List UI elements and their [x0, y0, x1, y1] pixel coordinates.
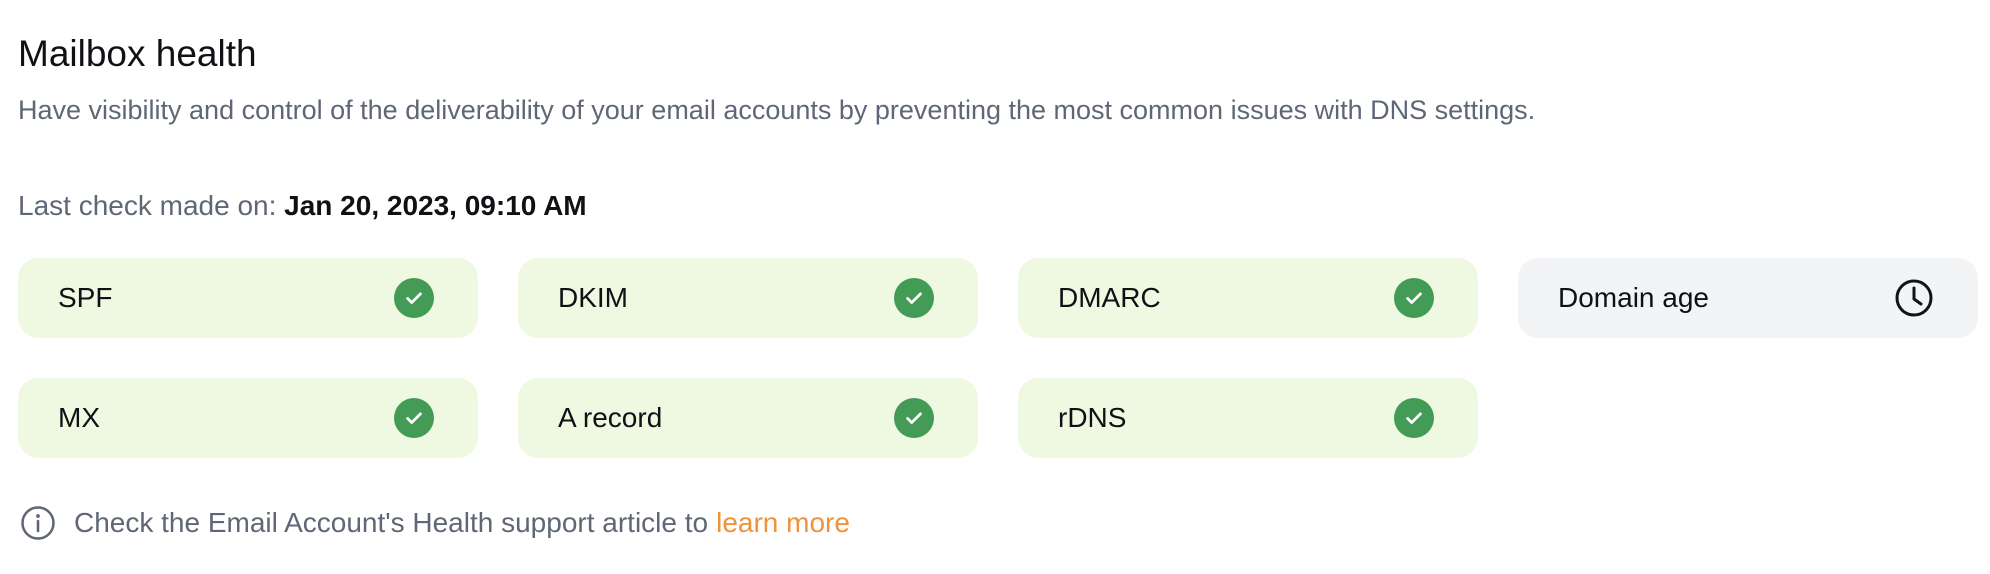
page-title: Mailbox health: [18, 33, 257, 74]
check-card-spf[interactable]: SPF: [18, 258, 478, 338]
check-card-dmarc[interactable]: DMARC: [1018, 258, 1478, 338]
check-circle-icon: [394, 398, 434, 438]
check-label: SPF: [58, 282, 113, 313]
check-label: rDNS: [1058, 402, 1127, 433]
last-check-line: Last check made on: Jan 20, 2023, 09:10 …: [18, 188, 587, 224]
last-check-label: Last check made on:: [18, 190, 277, 221]
support-note: Check the Email Account's Health support…: [20, 503, 850, 543]
info-icon: [20, 505, 56, 541]
check-circle-icon: [894, 278, 934, 318]
check-circle-icon: [894, 398, 934, 438]
support-note-text: Check the Email Account's Health support…: [74, 507, 709, 538]
check-label: A record: [558, 402, 663, 433]
check-label: DKIM: [558, 282, 628, 313]
check-card-domain-age[interactable]: Domain age: [1518, 258, 1978, 338]
check-circle-icon: [1394, 278, 1434, 318]
page-subtitle: Have visibility and control of the deliv…: [18, 95, 1536, 125]
check-label: Domain age: [1558, 282, 1709, 313]
check-card-rdns[interactable]: rDNS: [1018, 378, 1478, 458]
check-label: DMARC: [1058, 282, 1161, 313]
check-circle-icon: [394, 278, 434, 318]
learn-more-link[interactable]: learn more: [716, 507, 850, 539]
check-label: MX: [58, 402, 100, 433]
check-card-a-record[interactable]: A record: [518, 378, 978, 458]
last-check-date: Jan 20, 2023, 09:10 AM: [284, 190, 587, 221]
check-circle-icon: [1394, 398, 1434, 438]
check-card-dkim[interactable]: DKIM: [518, 258, 978, 338]
clock-icon: [1894, 278, 1934, 318]
check-card-mx[interactable]: MX: [18, 378, 478, 458]
